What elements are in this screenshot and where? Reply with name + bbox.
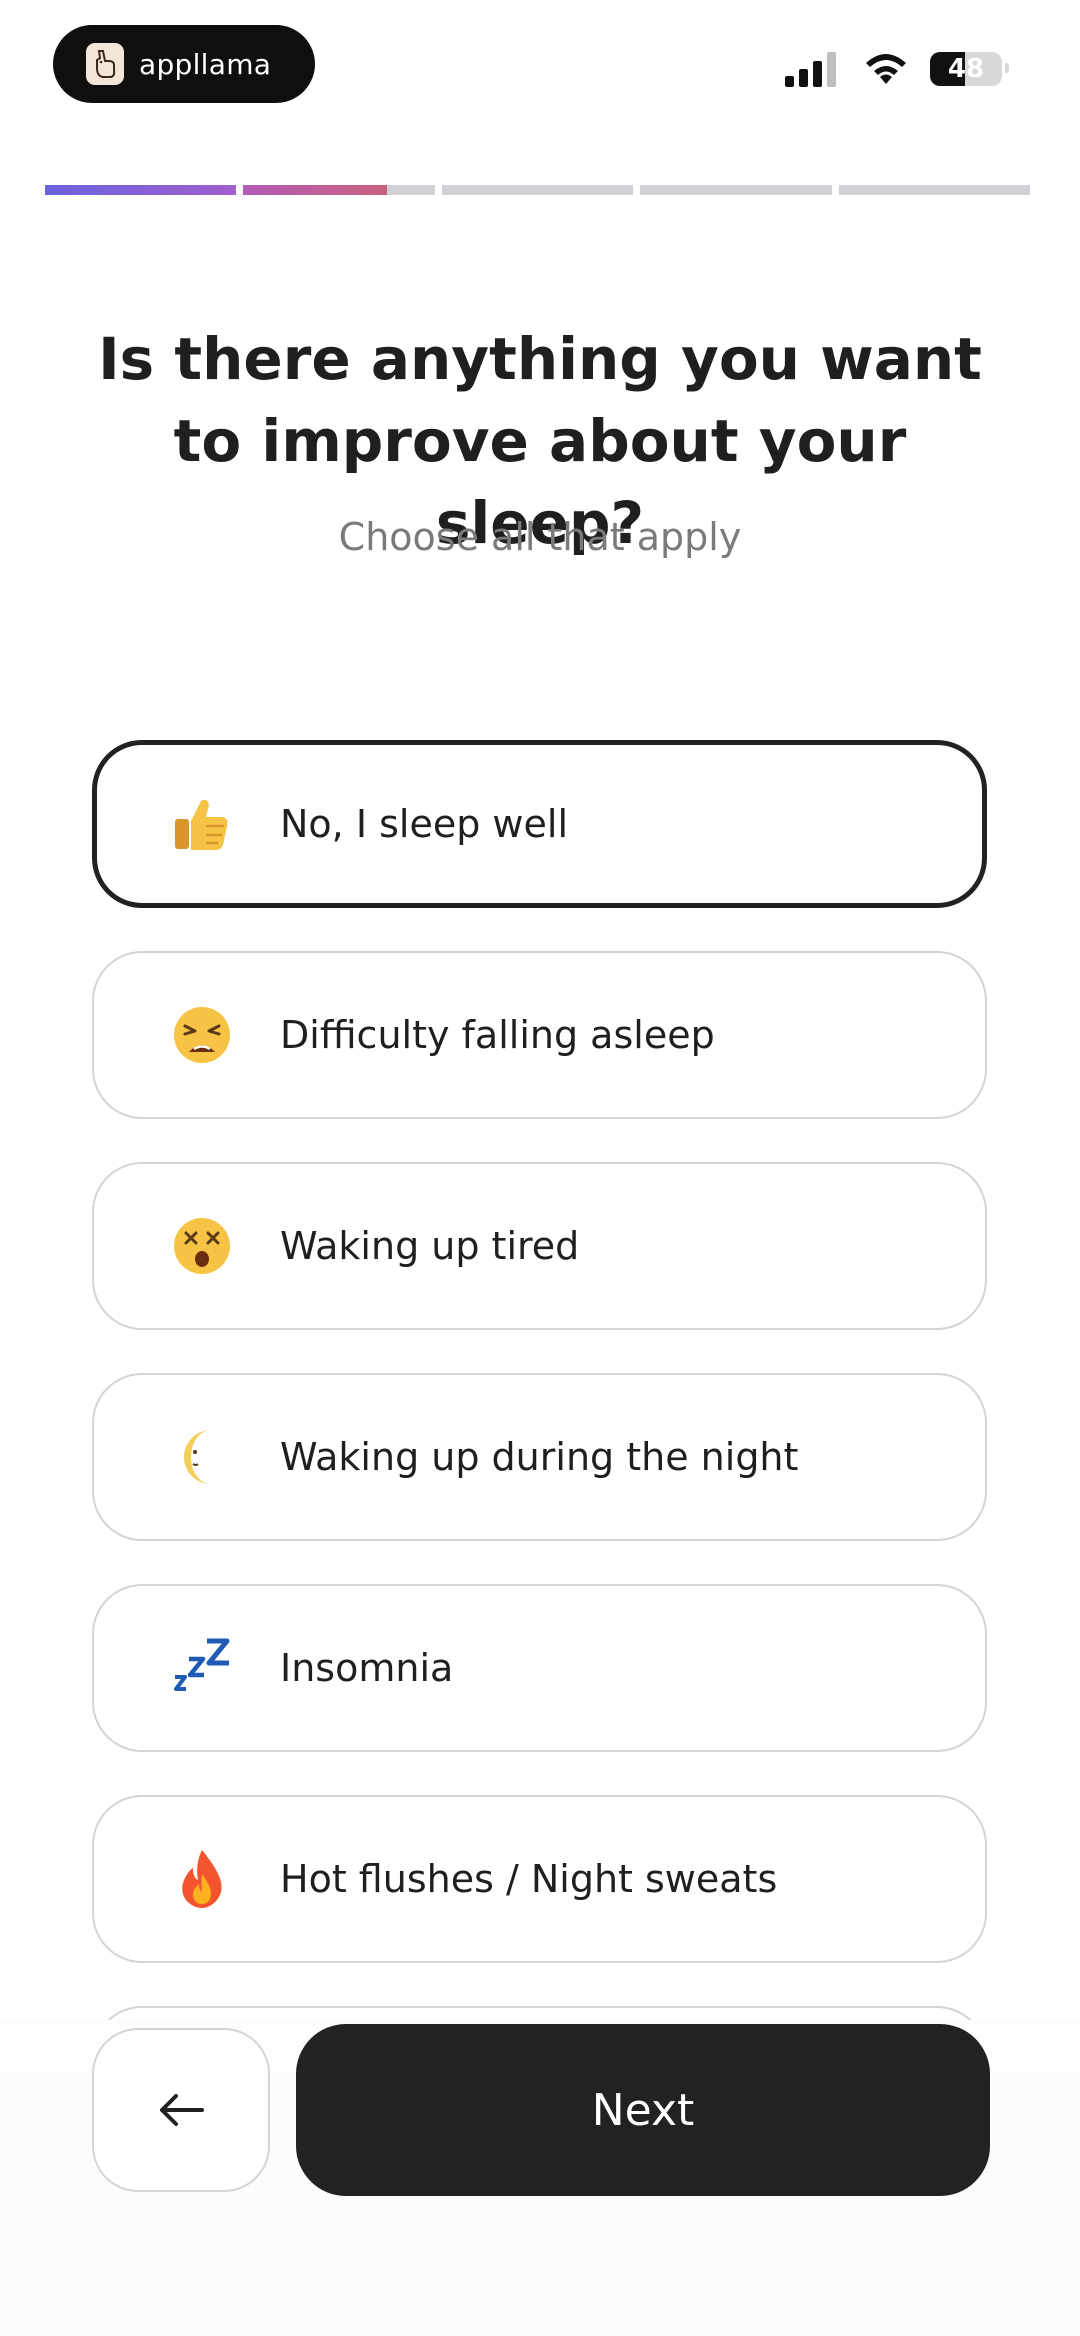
battery-icon: 48 <box>930 52 1002 86</box>
progress-segment <box>640 185 832 195</box>
option-label: Hot flushes / Night sweats <box>280 1857 778 1901</box>
progress-segment <box>838 185 1031 195</box>
zzz-icon <box>167 1633 237 1703</box>
title-line-1: Is there anything you want <box>98 325 982 393</box>
battery-percent: 48 <box>947 54 985 84</box>
option-card[interactable]: Waking up tired <box>92 1162 987 1330</box>
option-card[interactable]: Waking up during the night <box>92 1373 987 1541</box>
back-button[interactable] <box>92 2028 270 2192</box>
dizzy-face-icon <box>167 1211 237 1281</box>
page-subtitle: Choose all that apply <box>338 515 742 559</box>
cellular-signal-icon <box>785 52 836 87</box>
option-label: No, I sleep well <box>280 802 569 846</box>
thumbs-up-icon <box>167 789 237 859</box>
progress-segment <box>45 185 237 195</box>
option-card[interactable]: Difficulty falling asleep <box>92 951 987 1119</box>
wifi-icon <box>866 54 906 84</box>
progress-segment <box>243 185 435 195</box>
app-badge[interactable]: appllama <box>53 25 315 103</box>
option-card[interactable]: Hot flushes / Night sweats <box>92 1795 987 1963</box>
option-card[interactable]: Insomnia <box>92 1584 987 1752</box>
weary-face-icon <box>167 1000 237 1070</box>
app-badge-label: appllama <box>139 47 272 81</box>
option-label: Difficulty falling asleep <box>280 1013 715 1057</box>
crescent-moon-icon <box>167 1422 237 1492</box>
option-label: Waking up during the night <box>280 1435 799 1479</box>
progress-segment-fill <box>45 185 237 195</box>
option-label: Waking up tired <box>280 1224 580 1268</box>
arrow-left-icon <box>160 2094 204 2126</box>
progress-bar <box>45 185 1031 195</box>
llama-logo-icon <box>86 43 124 85</box>
next-button[interactable]: Next <box>296 2024 990 2196</box>
option-label: Insomnia <box>280 1646 454 1690</box>
option-card[interactable]: No, I sleep well <box>92 740 987 908</box>
progress-segment <box>441 185 634 195</box>
battery-nub <box>1005 63 1009 73</box>
progress-segment-fill <box>243 185 387 195</box>
fire-icon <box>167 1844 237 1914</box>
